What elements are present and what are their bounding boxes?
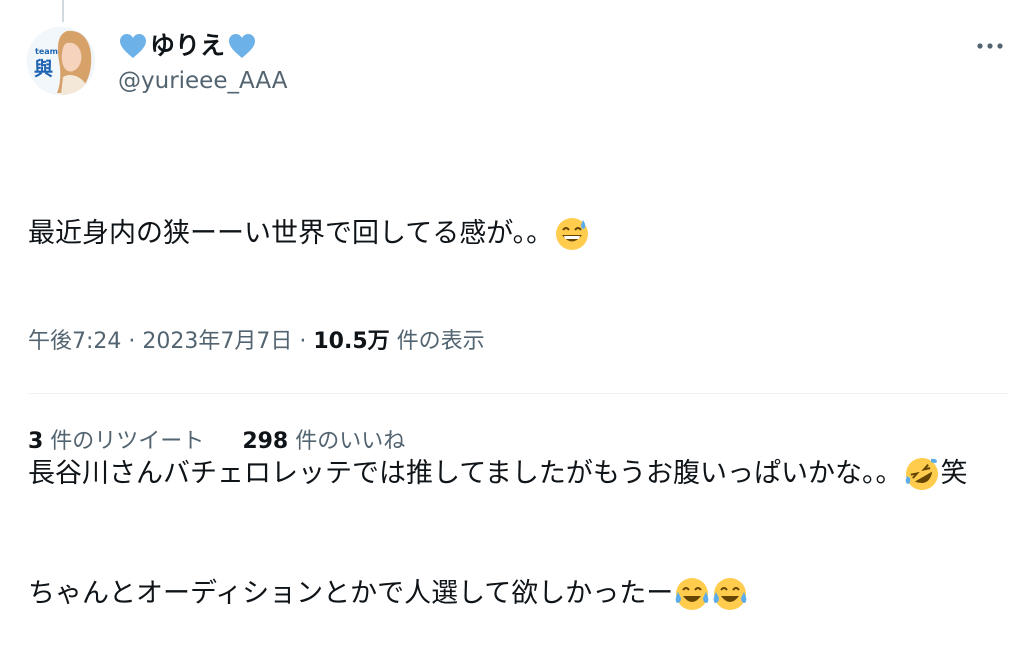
rofl-emoji-icon xyxy=(905,458,938,490)
blue-heart-icon xyxy=(120,34,146,58)
avatar-badge-kanji: 與 xyxy=(34,57,53,80)
author-handle[interactable]: @yurieee_AAA xyxy=(118,66,287,96)
retweet-count: 3 xyxy=(28,429,44,454)
tweet-text-line: 長谷川さんバチェロレッテでは推してましたがもうお腹いっぱいかな。。 笑 xyxy=(28,454,1003,494)
thread-connector-line xyxy=(62,0,64,22)
avatar-badge-team: team xyxy=(35,47,58,56)
divider xyxy=(28,393,1008,394)
view-count-label: 件の表示 xyxy=(389,329,485,354)
retweet-label: 件のリツイート xyxy=(43,429,205,454)
avatar[interactable]: team 與 xyxy=(27,27,95,95)
blue-heart-icon xyxy=(229,34,256,58)
ellipsis-icon xyxy=(977,43,1003,49)
tweet-text-segment: ちゃんとオーディションとかで人選して欲しかったー xyxy=(28,578,674,609)
engagement-stats: 3 件のリツイート 298 件のいいね xyxy=(28,427,405,457)
tweet-date[interactable]: 2023年7月7日 xyxy=(142,327,292,357)
tweet-time[interactable]: 午後7:24 xyxy=(28,327,121,357)
like-label: 件のいいね xyxy=(288,429,406,454)
tweet-metadata: 午後7:24 · 2023年7月7日 · 10.5万 件の表示 xyxy=(28,327,485,357)
like-count: 298 xyxy=(242,429,289,454)
like-count-link[interactable]: 298 件のいいね xyxy=(242,427,405,457)
tweet-text-line: 最近身内の狭ーーい世界で回してる感が。。 xyxy=(28,214,1003,254)
tears-of-joy-emoji-icon xyxy=(714,578,747,610)
grinning-sweat-emoji-icon xyxy=(556,218,589,250)
tweet-text-segment: 最近身内の狭ーーい世界で回してる感が。。 xyxy=(28,218,554,249)
author-display-name[interactable]: ゆりえ xyxy=(118,30,257,62)
more-options-button[interactable] xyxy=(972,30,1008,62)
tears-of-joy-emoji-icon xyxy=(676,578,709,610)
meta-separator: · xyxy=(121,329,143,354)
meta-separator: · xyxy=(292,329,314,354)
tweet-text: 最近身内の狭ーーい世界で回してる感が。。 長谷川さんバチェロレッテでは推してまし… xyxy=(28,134,1003,654)
tweet-text-segment: 笑 xyxy=(940,458,968,489)
view-count[interactable]: 10.5万 xyxy=(313,327,389,357)
display-name-text: ゆりえ xyxy=(150,31,226,60)
tweet-text-segment: 長谷川さんバチェロレッテでは推してましたがもうお腹いっぱいかな。。 xyxy=(28,458,903,489)
tweet-text-line: ちゃんとオーディションとかで人選して欲しかったー xyxy=(28,574,1003,614)
retweet-count-link[interactable]: 3 件のリツイート xyxy=(28,427,204,457)
